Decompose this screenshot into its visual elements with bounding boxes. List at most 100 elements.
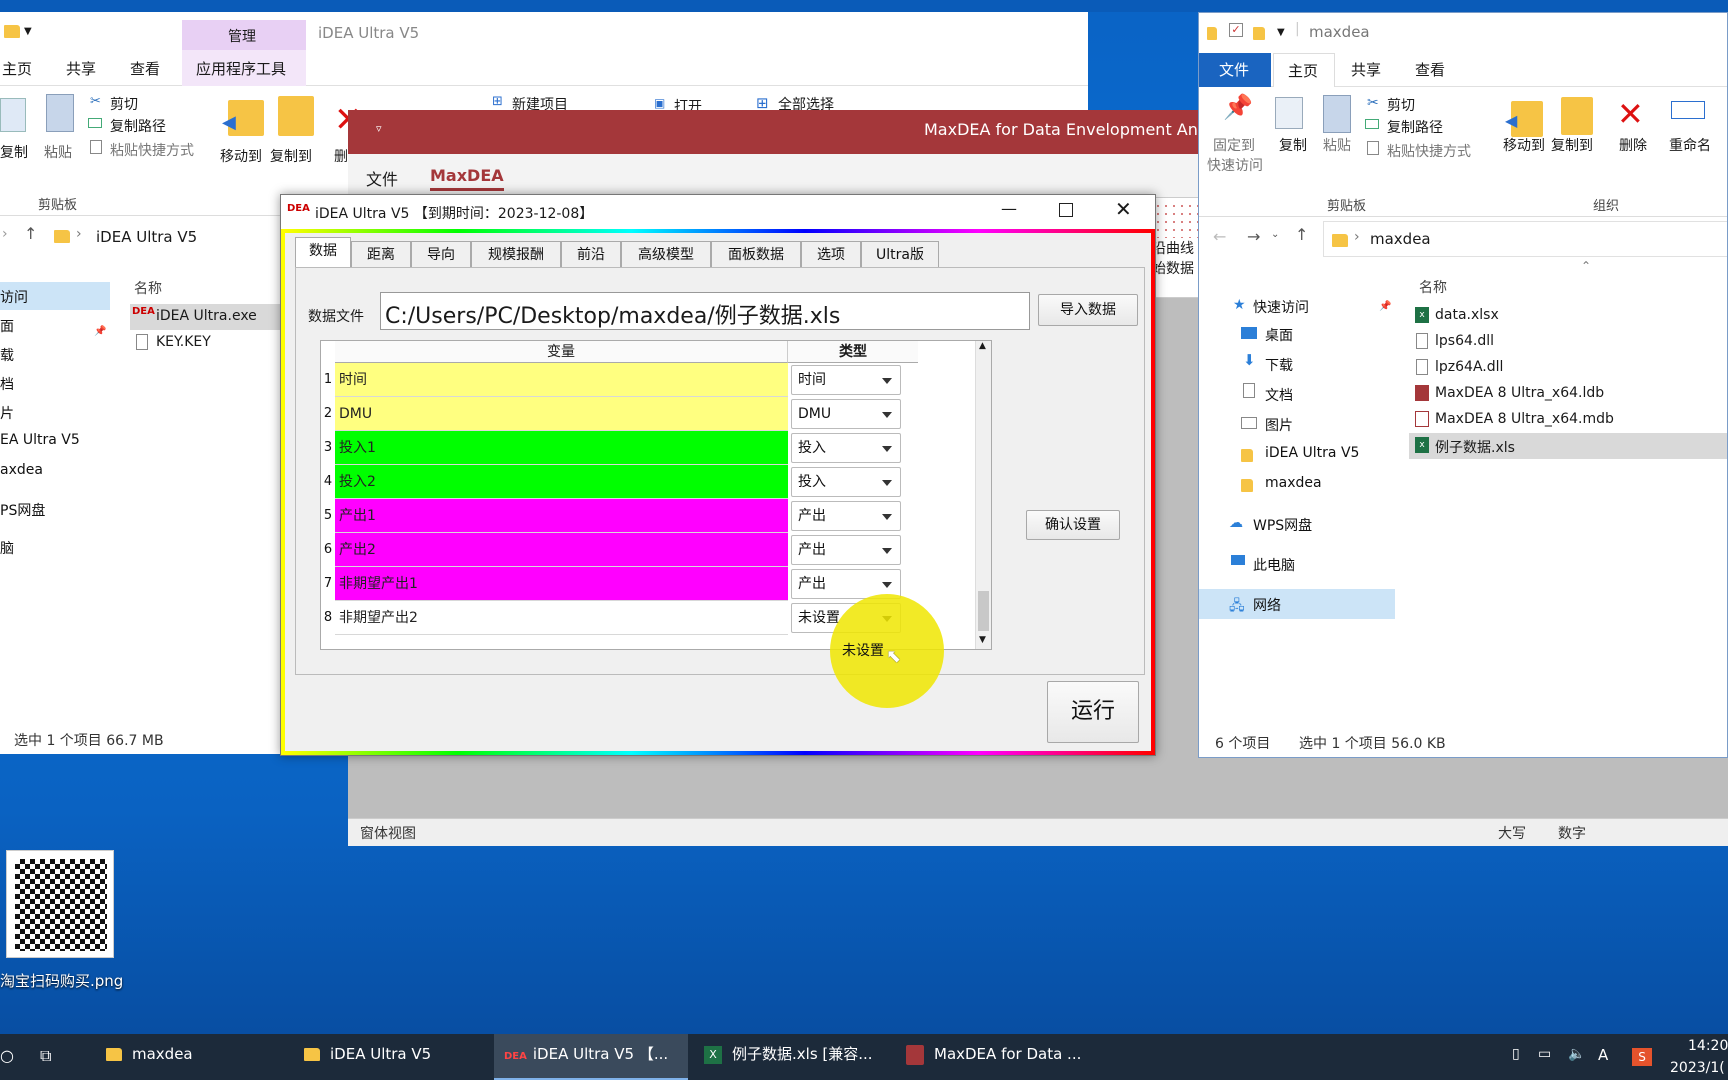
run-button[interactable]: 运行 [1047,681,1139,743]
import-data-button[interactable]: 导入数据 [1038,294,1138,326]
tab-home[interactable]: 主页 [1273,53,1335,87]
nav-item-pc[interactable]: 脑 [0,538,14,558]
delete-button[interactable]: 删 [334,146,348,166]
taskbar-item-maxdea[interactable]: maxdea [98,1034,278,1080]
nav-item-quick-access[interactable]: 快速访问 [1253,297,1309,317]
file-item[interactable]: lps64.dll [1413,329,1727,355]
file-item[interactable]: MaxDEA 8 Ultra_x64.mdb [1413,407,1727,433]
address-box[interactable]: › maxdea [1323,221,1727,257]
tab-advanced-models[interactable]: 高级模型 [621,241,711,269]
scroll-up-icon[interactable]: ▲ [979,341,986,351]
usb-icon[interactable]: ▯ [1512,1046,1520,1062]
chevron-down-icon[interactable]: ▿ [376,122,382,135]
tab-share[interactable]: 共享 [1351,59,1381,80]
scrollbar-thumb[interactable] [978,591,989,631]
type-select[interactable]: 投入 [791,433,901,463]
chevron-down-icon[interactable]: ▼ [1277,27,1285,38]
variable-cell[interactable]: 非期望产出2 [335,601,788,635]
copy-button[interactable]: 复制 [1279,135,1307,155]
chevron-down-icon[interactable]: ⌄ [1271,229,1279,240]
volume-icon[interactable]: 🔈 [1568,1046,1585,1062]
nav-item-downloads[interactable]: 下载 [1265,355,1293,375]
table-row[interactable]: 7 非期望产出1 产出 [321,567,933,601]
type-select[interactable]: 产出 [791,535,901,565]
nav-item-pc[interactable]: 此电脑 [1253,555,1295,575]
up-arrow-icon[interactable]: ↑ [1295,225,1308,244]
copy-path-button[interactable]: 复制路径 [1387,117,1443,137]
sogou-icon[interactable]: S [1632,1048,1652,1066]
qr-file-label[interactable]: 淘宝扫码购买.png [0,970,123,991]
qr-code-image[interactable] [6,850,114,958]
nav-item-downloads[interactable]: 载 [0,345,14,365]
table-row[interactable]: 3 投入1 投入 [321,431,933,465]
task-view-icon[interactable]: ⧉ [40,1046,51,1066]
scroll-down-icon[interactable]: ▼ [979,635,986,645]
file-item[interactable]: KEY.KEY [130,330,280,356]
copy-button[interactable]: 复制 [0,142,28,162]
variable-cell[interactable]: 投入1 [335,431,788,465]
copy-path-button[interactable]: 复制路径 [110,116,166,136]
column-name-header[interactable]: 名称 [1419,277,1447,297]
pin-quick-access-button[interactable]: 固定到 [1213,135,1255,155]
nav-item-desktop[interactable]: 桌面 [1265,325,1293,345]
tab-options[interactable]: 选项 [801,241,861,269]
back-arrow-icon[interactable]: ← [1213,227,1226,246]
file-item[interactable]: DEA iDEA Ultra.exe [130,304,280,330]
maximize-icon[interactable] [1059,203,1073,217]
properties-icon[interactable]: ✓ [1229,23,1243,37]
tab-distance[interactable]: 距离 [351,241,411,269]
type-select[interactable]: DMU [791,399,901,429]
minimize-icon[interactable]: — [1001,199,1017,218]
nav-item-network[interactable]: 🖧 网络 [1199,589,1395,619]
file-item[interactable]: x data.xlsx [1413,303,1727,329]
rename-button[interactable]: 重命名 [1669,135,1711,155]
delete-button[interactable]: 删除 [1619,135,1647,155]
table-row[interactable]: 6 产出2 产出 [321,533,933,567]
nav-item-documents[interactable]: 档 [0,374,14,394]
copy-to-button[interactable]: 复制到 [1551,135,1593,155]
copy-to-button[interactable]: 复制到 [270,146,312,166]
tab-returns-to-scale[interactable]: 规模报酬 [471,241,561,269]
nav-item-pictures[interactable]: 图片 [1265,415,1293,435]
input-method-icon[interactable]: A [1598,1046,1608,1064]
nav-item-quick-access[interactable]: 访问 [0,282,110,310]
tab-view[interactable]: 查看 [130,58,160,79]
nav-item-maxdea[interactable]: maxdea [1265,475,1322,491]
taskbar-item-idea-folder[interactable]: iDEA Ultra V5 [296,1034,476,1080]
clock-time[interactable]: 14:20 [1688,1038,1728,1054]
variable-cell[interactable]: DMU [335,397,788,431]
paste-button[interactable]: 粘贴 [44,142,72,162]
nav-item-maxdea[interactable]: axdea [0,462,43,478]
tab-file[interactable]: 文件 [366,166,398,190]
type-select[interactable]: 时间 [791,365,901,395]
search-icon[interactable]: ○ [0,1046,14,1065]
nav-item-idea[interactable]: iDEA Ultra V5 [1265,445,1359,461]
taskbar-item-idea-app[interactable]: DEA iDEA Ultra V5 【... [494,1034,688,1080]
nav-item-wps[interactable]: WPS网盘 [1253,515,1312,535]
close-icon[interactable]: ✕ [1115,197,1132,221]
clock-date[interactable]: 2023/1( [1670,1060,1725,1076]
nav-item-wps[interactable]: PS网盘 [0,500,45,520]
confirm-settings-button[interactable]: 确认设置 [1026,510,1120,540]
type-select[interactable]: 投入 [791,467,901,497]
tab-home[interactable]: 主页 [2,58,32,79]
column-type-header[interactable]: 类型 [788,341,918,363]
tab-frontier[interactable]: 前沿 [561,241,621,269]
tab-data[interactable]: 数据 [295,237,351,269]
table-row[interactable]: 1 时间 时间 [321,363,933,397]
file-item[interactable]: x 例子数据.xls [1409,433,1727,459]
variable-cell[interactable]: 投入2 [335,465,788,499]
nav-item-pictures[interactable]: 片 [0,403,14,423]
file-item[interactable]: lpz64A.dll [1413,355,1727,381]
cut-button[interactable]: 剪切 [110,94,138,114]
paste-shortcut-button[interactable]: 粘贴快捷方式 [1387,141,1471,161]
network-tray-icon[interactable]: ▭ [1538,1046,1551,1062]
tab-panel-data[interactable]: 面板数据 [711,241,801,269]
paste-button[interactable]: 粘贴 [1323,135,1351,155]
tab-file[interactable]: 文件 [1199,53,1271,87]
ribbon-label[interactable]: 始数据 [1152,258,1194,278]
vertical-scrollbar[interactable]: ▲ ▼ [975,341,991,649]
forward-icon[interactable]: › [2,226,8,242]
table-row[interactable]: 2 DMU DMU [321,397,933,431]
nav-item-documents[interactable]: 文档 [1265,385,1293,405]
